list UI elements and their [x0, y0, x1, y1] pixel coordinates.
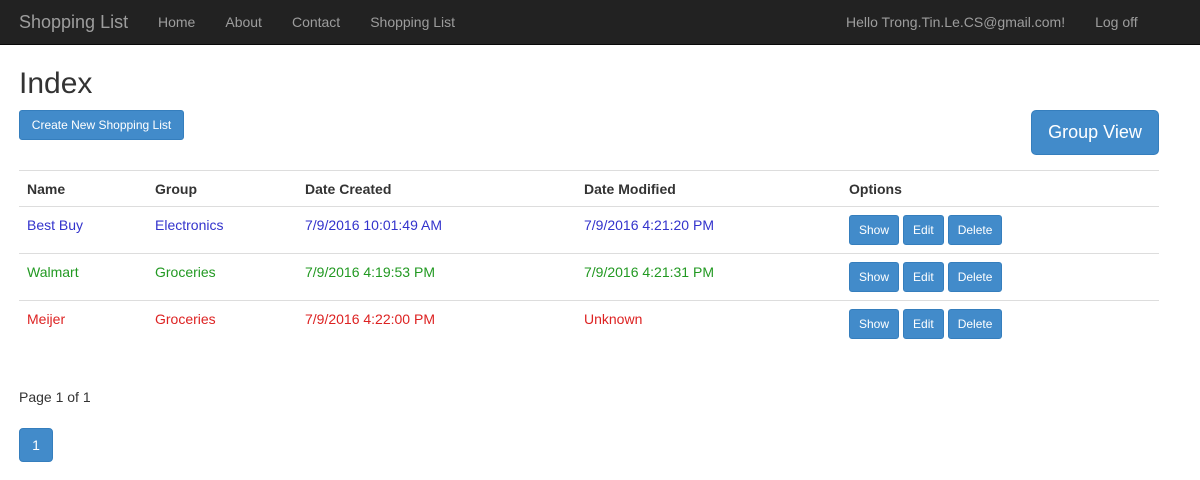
cell-group: Groceries — [155, 311, 216, 327]
main-nav: Home About Contact Shopping List — [158, 0, 485, 45]
nav-link-shopping-list[interactable]: Shopping List — [370, 0, 455, 45]
cell-group: Groceries — [147, 253, 297, 301]
table-row: Meijer Groceries 7/9/2016 4:22:00 PM Unk… — [19, 301, 1159, 348]
show-button[interactable]: Show — [849, 309, 900, 339]
brand-link[interactable]: Shopping List — [19, 0, 128, 45]
top-navbar: Shopping List Home About Contact Shoppin… — [0, 0, 1200, 45]
delete-button[interactable]: Delete — [947, 309, 1003, 339]
logoff-link[interactable]: Log off — [1095, 0, 1138, 45]
cell-date-created: 7/9/2016 10:01:49 AM — [297, 206, 576, 254]
cell-date-created: 7/9/2016 4:19:53 PM — [297, 253, 576, 301]
user-nav: Hello Trong.Tin.Le.CS@gmail.com! Log off — [846, 0, 1138, 45]
edit-button[interactable]: Edit — [903, 309, 944, 339]
header-group: Group — [147, 170, 297, 207]
cell-name: Best Buy — [19, 206, 147, 254]
cell-date-modified: 7/9/2016 4:21:20 PM — [576, 206, 841, 254]
header-date-modified: Date Modified — [576, 170, 841, 207]
group-view-button[interactable]: Group View — [1031, 110, 1159, 155]
nav-link-home[interactable]: Home — [158, 0, 195, 45]
cell-options: Show Edit Delete — [841, 301, 1159, 348]
create-shopping-list-button[interactable]: Create New Shopping List — [19, 110, 184, 140]
page-title: Index — [19, 67, 93, 100]
delete-button[interactable]: Delete — [947, 215, 1003, 245]
page-1-button[interactable]: 1 — [19, 428, 53, 462]
pager-text: Page 1 of 1 — [19, 389, 91, 405]
cell-name: Walmart — [19, 253, 147, 301]
header-name: Name — [19, 170, 147, 207]
delete-button[interactable]: Delete — [947, 262, 1003, 292]
header-options: Options — [841, 170, 1159, 207]
table-row: Walmart Groceries 7/9/2016 4:19:53 PM 7/… — [19, 253, 1159, 301]
nav-link-contact[interactable]: Contact — [292, 0, 340, 45]
cell-options: Show Edit Delete — [841, 206, 1159, 254]
show-button[interactable]: Show — [849, 262, 900, 292]
cell-date-modified: Unknown — [584, 311, 643, 327]
table-header-row: Name Group Date Created Date Modified Op… — [19, 170, 1159, 207]
show-button[interactable]: Show — [849, 215, 900, 245]
edit-button[interactable]: Edit — [903, 262, 944, 292]
header-date-created: Date Created — [297, 170, 576, 207]
cell-name: Meijer — [27, 311, 66, 327]
cell-group: Electronics — [147, 206, 297, 254]
user-greeting-link[interactable]: Hello Trong.Tin.Le.CS@gmail.com! — [846, 0, 1065, 45]
shopping-lists-table: Name Group Date Created Date Modified Op… — [19, 170, 1159, 348]
cell-date-created: 7/9/2016 4:22:00 PM — [305, 311, 435, 327]
edit-button[interactable]: Edit — [903, 215, 944, 245]
table-row: Best Buy Electronics 7/9/2016 10:01:49 A… — [19, 206, 1159, 254]
nav-link-about[interactable]: About — [225, 0, 262, 45]
cell-options: Show Edit Delete — [841, 253, 1159, 301]
cell-date-modified: 7/9/2016 4:21:31 PM — [576, 253, 841, 301]
